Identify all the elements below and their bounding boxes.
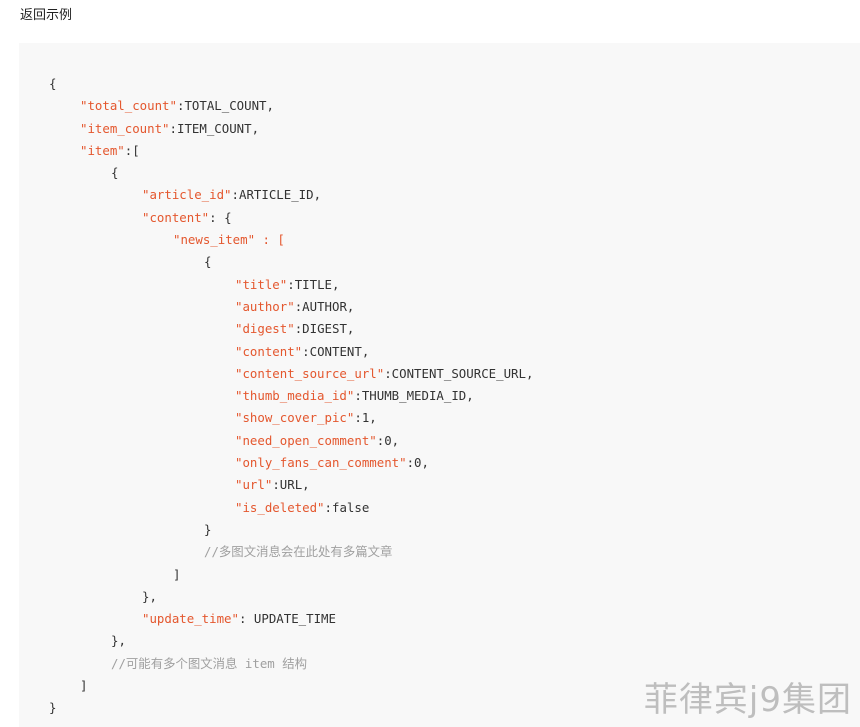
code-key: "is_deleted" (235, 499, 325, 515)
code-separator: : (272, 477, 280, 493)
code-key: "total_count" (80, 98, 177, 114)
code-line: ] (19, 675, 533, 697)
code-line: "title":TITLE, (19, 274, 533, 296)
code-line: } (19, 519, 533, 541)
code-line: "content":CONTENT, (19, 341, 533, 363)
code-line: //可能有多个图文消息 item 结构 (19, 653, 533, 675)
code-line: "content": { (19, 207, 533, 229)
code-separator: : (231, 187, 239, 203)
code-value: ARTICLE_ID, (239, 187, 322, 203)
code-separator: : (384, 365, 392, 381)
code-comment: //多图文消息会在此处有多篇文章 (204, 544, 393, 560)
code-key: "title" (235, 276, 288, 292)
code-value: 1, (361, 410, 377, 426)
code-key: "only_fans_can_comment" (235, 455, 407, 471)
code-line: //多图文消息会在此处有多篇文章 (19, 541, 533, 563)
code-separator: : (209, 209, 225, 225)
code-line: }, (19, 630, 533, 652)
code-value: TITLE, (294, 276, 340, 292)
code-line: "news_item" : [ (19, 229, 533, 251)
section-title: 返回示例 (20, 8, 73, 23)
code-line: ] (19, 564, 533, 586)
code-key: "digest" (235, 321, 295, 337)
code-separator: : (302, 343, 310, 359)
code-separator: : (324, 499, 332, 515)
code-line: "author":AUTHOR, (19, 296, 533, 318)
code-key: "need_open_comment" (235, 432, 377, 448)
code-value: CONTENT, (309, 343, 370, 359)
code-line: "total_count":TOTAL_COUNT, (19, 95, 533, 117)
code-line: "item_count":ITEM_COUNT, (19, 118, 533, 140)
code-value: { (204, 254, 212, 270)
code-value: { (111, 165, 119, 181)
code-line: "need_open_comment":0, (19, 430, 533, 452)
code-value: TOTAL_COUNT, (184, 98, 274, 114)
code-value: }, (142, 588, 157, 604)
code-line: } (19, 697, 533, 719)
code-line: "thumb_media_id":THUMB_MEDIA_ID, (19, 385, 533, 407)
code-value: [ (132, 142, 140, 158)
code-key: "update_time" (142, 611, 239, 627)
code-line: "item":[ (19, 140, 533, 162)
code-value: } (49, 700, 57, 716)
code-line: }, (19, 586, 533, 608)
code-key: "item" (80, 142, 125, 158)
code-comment: //可能有多个图文消息 item 结构 (111, 655, 307, 671)
code-key: "show_cover_pic" (235, 410, 355, 426)
code-value: ITEM_COUNT, (177, 120, 260, 136)
code-value: ] (173, 566, 181, 582)
code-key: "item_count" (80, 120, 170, 136)
code-key: "content_source_url" (235, 365, 385, 381)
code-key: "news_item" : [ (173, 232, 285, 248)
code-separator: : (354, 410, 362, 426)
code-value: UPDATE_TIME (253, 611, 336, 627)
code-value: AUTHOR, (302, 298, 355, 314)
code-value: 0, (384, 432, 400, 448)
code-value: }, (111, 633, 126, 649)
code-key: "url" (235, 477, 273, 493)
code-value: } (204, 521, 212, 537)
code-line: { (19, 162, 533, 184)
code-line: { (19, 73, 533, 95)
code-separator: : (287, 276, 295, 292)
code-separator: : (169, 120, 177, 136)
code-value: { (224, 209, 232, 225)
code-value: 0, (414, 455, 429, 471)
code-value: DIGEST, (302, 321, 355, 337)
code-block: {"total_count":TOTAL_COUNT, "item_count":… (19, 43, 860, 727)
code-line: "show_cover_pic":1, (19, 407, 533, 429)
code-line: "is_deleted":false (19, 497, 533, 519)
code-key: "thumb_media_id" (235, 388, 355, 404)
code-line: { (19, 251, 533, 273)
code-value: { (49, 76, 57, 91)
code-key: "content" (235, 343, 303, 359)
code-line: "url":URL, (19, 474, 533, 496)
code-lines: {"total_count":TOTAL_COUNT, "item_count":… (19, 73, 533, 720)
code-value: URL, (279, 477, 310, 493)
code-line: "digest":DIGEST, (19, 318, 533, 340)
code-value: CONTENT_SOURCE_URL, (391, 365, 534, 381)
code-key: "content" (142, 209, 210, 225)
code-line: "only_fans_can_comment":0, (19, 452, 533, 474)
code-value: false (332, 499, 370, 515)
code-key: "article_id" (142, 187, 232, 203)
code-line: "article_id":ARTICLE_ID, (19, 184, 533, 206)
code-line: "update_time": UPDATE_TIME (19, 608, 533, 630)
code-separator: : (238, 611, 254, 627)
code-separator: : (406, 455, 415, 471)
watermark: 菲律宾j9集团 (643, 680, 852, 720)
code-separator: : (354, 388, 362, 404)
code-key: "author" (235, 298, 295, 314)
code-value: THUMB_MEDIA_ID, (361, 388, 474, 404)
code-line: "content_source_url":CONTENT_SOURCE_URL, (19, 363, 533, 385)
code-value: ] (80, 678, 88, 694)
